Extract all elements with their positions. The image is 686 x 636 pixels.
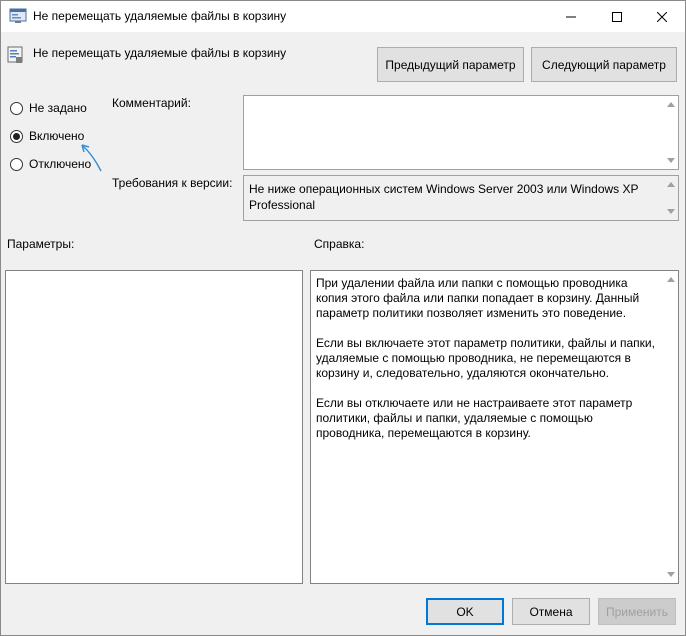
scroll-down-icon[interactable] <box>667 572 675 577</box>
scroll-up-icon[interactable] <box>667 102 675 107</box>
close-button[interactable] <box>639 1 685 32</box>
close-icon <box>657 11 667 22</box>
window-title: Не перемещать удаляемые файлы в корзину <box>33 9 287 23</box>
help-paragraph: При удалении файла или папки с помощью п… <box>316 276 640 320</box>
scroll-up-icon[interactable] <box>667 182 675 187</box>
policy-dialog-window: Не перемещать удаляемые файлы в корзину … <box>0 0 686 636</box>
radio-circle[interactable] <box>10 157 23 171</box>
policy-setting-icon <box>7 46 25 64</box>
radio-circle[interactable] <box>10 129 23 143</box>
previous-setting-button[interactable]: Предыдущий параметр <box>377 47 524 82</box>
radio-selected-dot <box>13 132 20 140</box>
help-paragraph: Если вы включаете этот параметр политики… <box>316 336 655 380</box>
radio-label: Не задано <box>29 101 87 115</box>
version-label: Требования к версии: <box>112 176 233 190</box>
options-label: Параметры: <box>7 237 75 251</box>
help-paragraph: Если вы отключаете или не настраиваете э… <box>316 396 633 440</box>
help-label: Справка: <box>314 237 365 251</box>
radio-enabled[interactable]: Включено <box>10 129 84 143</box>
apply-button[interactable]: Применить <box>598 598 676 625</box>
radio-circle[interactable] <box>10 101 23 115</box>
version-value: Не ниже операционных систем Windows Serv… <box>249 182 639 212</box>
minimize-button[interactable] <box>548 1 594 32</box>
title-bar: Не перемещать удаляемые файлы в корзину <box>1 1 685 32</box>
maximize-button[interactable] <box>594 1 640 32</box>
help-text: При удалении файла или папки с помощью п… <box>316 276 656 456</box>
annotation-arrow-icon <box>81 144 102 172</box>
policy-name: Не перемещать удаляемые файлы в корзину <box>33 46 287 60</box>
comment-textarea[interactable] <box>243 95 679 170</box>
ok-button[interactable]: OK <box>426 598 504 625</box>
next-setting-button[interactable]: Следующий параметр <box>531 47 677 82</box>
radio-label: Включено <box>29 129 85 143</box>
comment-label: Комментарий: <box>112 96 191 110</box>
scroll-up-icon[interactable] <box>667 277 675 282</box>
options-panel <box>5 270 303 584</box>
radio-not-configured[interactable]: Не задано <box>10 101 87 115</box>
scroll-down-icon[interactable] <box>667 158 675 163</box>
help-panel[interactable]: При удалении файла или папки с помощью п… <box>310 270 679 584</box>
policy-editor-icon <box>9 8 27 24</box>
maximize-icon <box>612 11 622 22</box>
scroll-down-icon[interactable] <box>667 209 675 214</box>
minimize-icon <box>566 16 576 17</box>
cancel-button[interactable]: Отмена <box>512 598 590 625</box>
version-requirements-field: Не ниже операционных систем Windows Serv… <box>243 175 679 221</box>
